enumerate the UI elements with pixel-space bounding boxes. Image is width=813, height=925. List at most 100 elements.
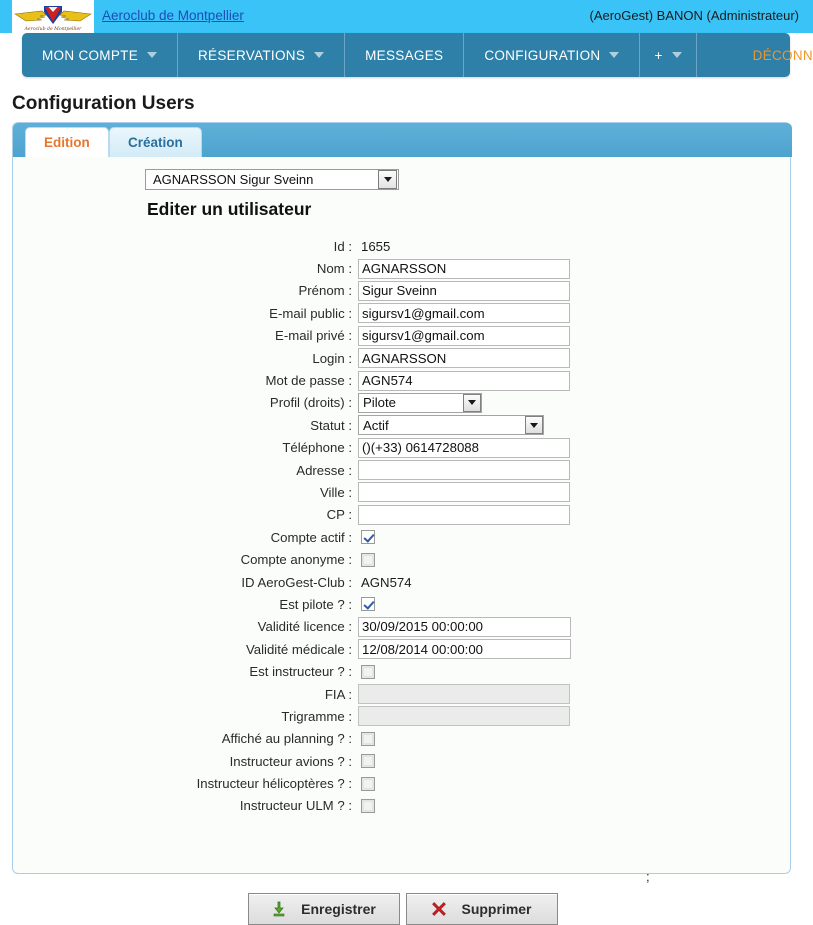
field-control: [358, 258, 570, 279]
checkbox[interactable]: [361, 597, 375, 612]
text-input[interactable]: [358, 616, 571, 637]
field-control: [358, 616, 571, 637]
user-selector-value: AGNARSSON Sigur Sveinn: [153, 172, 314, 187]
field-label: Affiché au planning ? :: [221, 731, 352, 747]
field-control: [358, 754, 375, 769]
field-control: [358, 303, 570, 324]
form-actions: Enregistrer Supprimer: [13, 893, 792, 925]
nav-item-configuration[interactable]: CONFIGURATION: [464, 33, 641, 77]
form-row: Compte anonyme :: [13, 548, 792, 570]
field-control: [358, 325, 570, 346]
save-download-icon: [273, 901, 285, 917]
tab-edition[interactable]: Edition: [25, 127, 109, 157]
save-button[interactable]: Enregistrer: [247, 893, 400, 925]
form-row: Ville :: [13, 481, 792, 503]
form-row: Instructeur ULM ? :: [13, 795, 792, 817]
nav-label: MON COMPTE: [42, 47, 138, 63]
form-heading: Editer un utilisateur: [147, 199, 312, 219]
tab-creation[interactable]: Création: [109, 127, 202, 157]
form-row: Trigramme :: [13, 705, 792, 727]
chevron-down-icon: [314, 52, 325, 58]
chevron-down-icon[interactable]: [378, 170, 397, 189]
form-row: Validité licence :: [13, 616, 792, 638]
field-control: [358, 370, 570, 391]
field-control: [358, 639, 571, 660]
text-input[interactable]: [358, 437, 570, 458]
field-label: Nom :: [316, 261, 352, 277]
dropdown-value: Actif: [363, 417, 389, 433]
field-label: Instructeur ULM ? :: [239, 798, 352, 814]
checkbox[interactable]: [361, 552, 375, 567]
text-input[interactable]: [358, 303, 570, 324]
field-control: [358, 731, 375, 746]
form-row: Téléphone :: [13, 437, 792, 459]
checkbox[interactable]: [361, 798, 375, 813]
text-input: [358, 684, 570, 704]
field-control: [358, 776, 375, 791]
form-row: Mot de passe :: [13, 369, 792, 391]
form-rows: Id : 1655 Nom : Prénom : E-mail public : E-ma…: [13, 235, 792, 817]
nav-item-logout[interactable]: DÉCONNEXION: [697, 33, 813, 77]
field-control: [358, 552, 375, 567]
text-input[interactable]: [358, 460, 570, 481]
content-panel: Edition Création AGNARSSON Sigur Sveinn …: [12, 122, 792, 925]
checkbox[interactable]: [361, 664, 375, 679]
text-input[interactable]: [358, 258, 570, 279]
field-control: [358, 798, 375, 813]
profil-dropdown[interactable]: Pilote: [358, 392, 482, 413]
user-selector-dropdown[interactable]: AGNARSSON Sigur Sveinn: [145, 169, 399, 190]
text-input[interactable]: [358, 504, 570, 525]
static-value: 1655: [361, 238, 391, 254]
top-bar: Aeroclub de Montpellier Aeroclub de Mont…: [0, 0, 813, 34]
text-input[interactable]: [358, 639, 571, 660]
text-input[interactable]: [358, 280, 570, 301]
delete-button-label: Supprimer: [461, 901, 532, 917]
field-label: CP :: [326, 507, 352, 523]
delete-button[interactable]: Supprimer: [405, 893, 558, 925]
aeroclub-logo-icon: Aeroclub de Montpellier: [12, 0, 94, 34]
club-logo: Aeroclub de Montpellier: [12, 0, 94, 34]
text-input[interactable]: [358, 482, 570, 503]
nav-item-messages[interactable]: MESSAGES: [345, 33, 465, 77]
statut-dropdown[interactable]: Actif: [358, 415, 544, 436]
field-control: [358, 280, 570, 301]
field-label: Login :: [312, 350, 352, 366]
nav-item-reservations[interactable]: RÉSERVATIONS: [178, 33, 346, 77]
form-row: Id : 1655: [13, 235, 792, 257]
checkbox[interactable]: [361, 776, 375, 791]
svg-text:Aeroclub de Montpellier: Aeroclub de Montpellier: [24, 26, 83, 32]
field-label: Mot de passe :: [265, 373, 353, 389]
field-control: [358, 706, 570, 727]
form-row: Est instructeur ? :: [13, 660, 792, 682]
nav-item-plus[interactable]: +: [640, 33, 697, 77]
checkbox[interactable]: [361, 754, 375, 769]
field-label: Ville :: [319, 484, 352, 500]
checkbox[interactable]: [361, 731, 375, 746]
field-label: Compte actif :: [270, 529, 352, 545]
field-control: [358, 460, 570, 481]
form-row: CP :: [13, 504, 792, 526]
delete-cross-icon: [432, 902, 447, 916]
form-row: Nom :: [13, 257, 792, 279]
field-control: [358, 437, 570, 458]
field-control: 1655: [358, 239, 390, 254]
chevron-down-icon[interactable]: [463, 393, 481, 412]
field-label: Prénom :: [298, 283, 352, 299]
nav-item-mon-compte[interactable]: MON COMPTE: [22, 33, 178, 77]
text-input[interactable]: [358, 370, 570, 391]
text-input[interactable]: [358, 325, 570, 346]
static-value: AGN574: [361, 574, 412, 590]
form-row: Prénom :: [13, 280, 792, 302]
form-row: E-mail privé :: [13, 325, 792, 347]
save-button-label: Enregistrer: [301, 901, 376, 917]
field-label: E-mail public :: [269, 305, 352, 321]
chevron-down-icon[interactable]: [525, 416, 543, 435]
club-home-link[interactable]: Aeroclub de Montpellier: [102, 8, 244, 23]
page-title: Configuration Users: [12, 93, 195, 114]
form-row: Compte actif :: [13, 526, 792, 548]
field-control: [358, 597, 375, 612]
text-input[interactable]: [358, 348, 570, 369]
checkbox[interactable]: [361, 530, 375, 545]
field-control: [358, 684, 570, 704]
form-row: Statut : Actif: [13, 414, 792, 436]
